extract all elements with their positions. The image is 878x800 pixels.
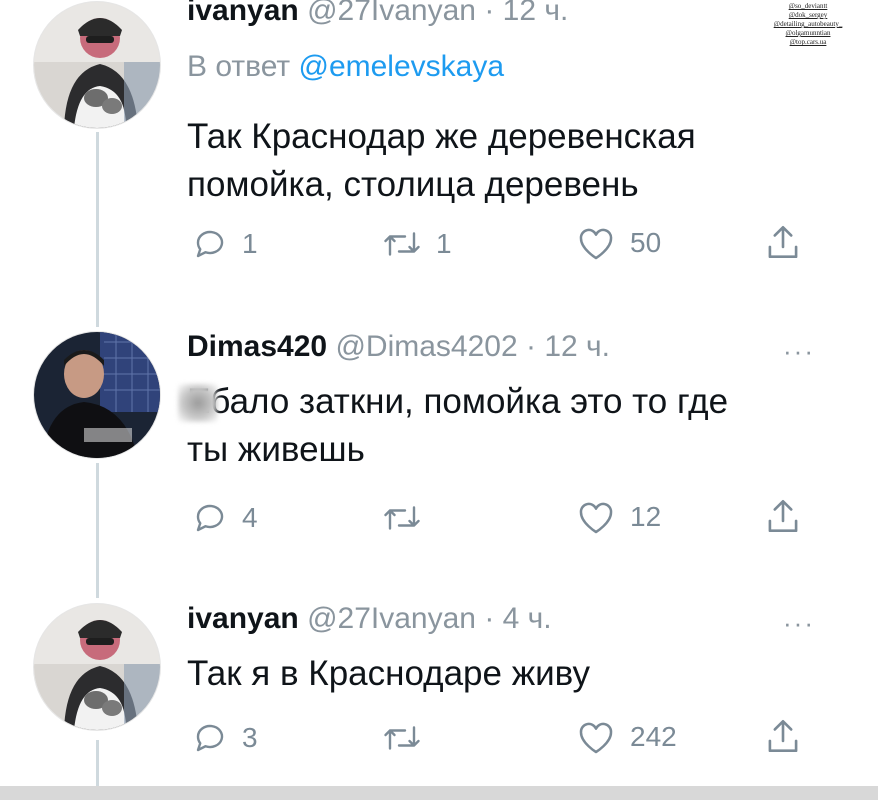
bottom-bar [0, 786, 878, 800]
tweet-text: Так Краснодар же деревенская помойка, ст… [187, 113, 696, 209]
avatar[interactable] [34, 2, 160, 128]
reply-button[interactable]: 3 [192, 720, 258, 756]
display-name[interactable]: ivanyan [187, 602, 299, 635]
tweet-header: Dimas420 @Dimas4202 · 12 ч. [187, 330, 610, 364]
retweet-icon [384, 726, 420, 750]
like-count: 12 [630, 501, 662, 532]
share-button[interactable] [765, 496, 801, 536]
twitter-thread-screenshot: @so_deviantt @dok_sergey @detailing_auto… [0, 0, 878, 800]
tweet-text-line: помойка, столица деревень [187, 165, 639, 204]
tweet-text: Ебало заткни, помойка это то где ты живе… [187, 378, 728, 474]
watermark: @so_deviantt @dok_sergey @detailing_auto… [748, 2, 868, 47]
watermark-line: @dok_sergey [788, 11, 828, 19]
tweet-text-line: ты живешь [187, 430, 365, 469]
reply-count: 1 [242, 228, 258, 259]
retweet-count: 1 [436, 228, 452, 259]
avatar-ivanyan-image [34, 604, 160, 730]
retweet-icon [384, 232, 420, 256]
reply-button[interactable]: 1 [192, 226, 258, 262]
thread-connector [96, 463, 99, 598]
retweet-button[interactable] [382, 500, 436, 536]
reply-count: 3 [242, 722, 258, 753]
reply-icon [196, 724, 224, 752]
like-icon [579, 722, 613, 754]
retweet-button[interactable] [382, 720, 436, 756]
tweet-text-line: Ебало заткни, помойка это то где [187, 382, 729, 421]
watermark-line: @detailing_autobeauty_ [773, 20, 843, 28]
retweet-button[interactable]: 1 [382, 226, 452, 262]
display-name[interactable]: Dimas420 [187, 330, 327, 363]
like-icon [579, 502, 613, 534]
reply-count: 4 [242, 502, 258, 533]
share-icon [768, 499, 798, 533]
avatar[interactable] [34, 332, 160, 458]
like-button[interactable]: 12 [576, 498, 661, 536]
tweet-text: Так я в Краснодаре живу [187, 650, 590, 698]
reply-prefix: В ответ [187, 50, 291, 83]
display-name[interactable]: ivanyan [187, 0, 299, 27]
reply-icon [196, 504, 224, 532]
watermark-line: @top.cars.ua [789, 38, 827, 46]
tweet-header: ivanyan @27Ivanyan · 12 ч. [187, 0, 568, 28]
thread-connector [96, 740, 99, 786]
reply-context: В ответ @emelevskaya [187, 50, 504, 84]
avatar[interactable] [34, 604, 160, 730]
share-icon [768, 719, 798, 753]
tweet-time[interactable]: · 4 ч. [484, 602, 551, 635]
share-icon [768, 225, 798, 259]
watermark-line: @olgamunntian [785, 29, 831, 37]
watermark-line: @so_deviantt [788, 2, 828, 10]
more-options-button[interactable]: ··· [783, 608, 815, 639]
like-button[interactable]: 50 [576, 224, 661, 262]
avatar-dimas420-image [34, 332, 160, 458]
tweet-header: ivanyan @27Ivanyan · 4 ч. [187, 602, 552, 636]
like-count: 242 [630, 721, 677, 752]
censor-blur [178, 384, 218, 422]
tweet-text-line: Так Краснодар же деревенская [187, 117, 696, 156]
more-options-button[interactable]: ··· [783, 336, 815, 367]
avatar-ivanyan-image [34, 2, 160, 128]
share-button[interactable] [765, 222, 801, 262]
reply-mention-link[interactable]: @emelevskaya [298, 50, 504, 83]
retweet-icon [384, 506, 420, 530]
reply-button[interactable]: 4 [192, 500, 258, 536]
user-handle[interactable]: @27Ivanyan [307, 0, 476, 27]
tweet-time[interactable]: · 12 ч. [526, 330, 610, 363]
user-handle[interactable]: @Dimas4202 [335, 330, 517, 363]
tweet-text-line: Так я в Краснодаре живу [187, 654, 590, 693]
reply-icon [196, 230, 224, 258]
thread-connector [96, 132, 99, 327]
like-icon [579, 228, 613, 260]
like-count: 50 [630, 227, 662, 258]
tweet-time[interactable]: · 12 ч. [484, 0, 568, 27]
like-button[interactable]: 242 [576, 718, 677, 756]
user-handle[interactable]: @27Ivanyan [307, 602, 476, 635]
share-button[interactable] [765, 716, 801, 756]
